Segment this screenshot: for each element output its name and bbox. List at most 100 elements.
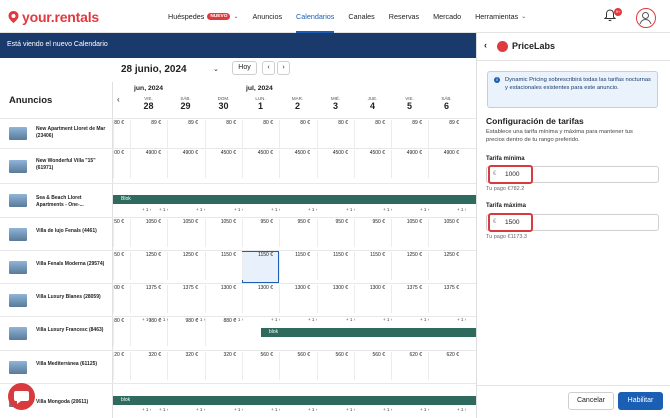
availability-stepper[interactable]: + 1 › <box>457 317 466 322</box>
availability-stepper[interactable]: + 1 › <box>346 207 355 212</box>
availability-stepper[interactable]: + 1 › <box>234 207 243 212</box>
availability-stepper[interactable]: + 1 › <box>346 317 355 322</box>
price-cell[interactable]: 00 € <box>113 285 130 313</box>
block-bar[interactable]: blok <box>261 328 476 337</box>
price-cell[interactable]: 1150 € <box>279 252 316 280</box>
price-cell[interactable]: 1050 € <box>205 219 242 247</box>
listing-row[interactable]: Villa Fenals Moderna (29574) <box>0 250 113 283</box>
availability-stepper[interactable]: + 1 › <box>271 317 280 322</box>
price-cell[interactable]: 1300 € <box>354 285 391 313</box>
availability-stepper[interactable]: + 1 › <box>308 317 317 322</box>
availability-stepper[interactable]: + 1 › <box>159 207 168 212</box>
price-cell[interactable]: 4900 € <box>428 150 465 178</box>
price-cell[interactable]: 89 € <box>428 120 465 148</box>
price-cell[interactable]: 4500 € <box>242 150 279 178</box>
block-bar[interactable]: Blok <box>113 195 476 204</box>
nav-reservas[interactable]: Reservas <box>389 0 419 33</box>
price-cell[interactable]: 1375 € <box>391 285 428 313</box>
nav-mercado[interactable]: Mercado <box>433 0 461 33</box>
price-cell[interactable]: 80 € <box>242 120 279 148</box>
availability-stepper[interactable]: + 1 › <box>383 207 392 212</box>
price-cell[interactable]: 620 € <box>428 352 465 380</box>
nav-canales[interactable]: Canales <box>348 0 374 33</box>
price-cell[interactable]: 89 € <box>130 120 167 148</box>
chat-button[interactable] <box>8 383 35 410</box>
price-cell[interactable]: 560 € <box>354 352 391 380</box>
availability-stepper[interactable]: + 1 › <box>308 207 317 212</box>
availability-stepper[interactable]: + 1 › <box>420 207 429 212</box>
price-cell[interactable]: 620 € <box>391 352 428 380</box>
price-cell[interactable]: 50 € <box>113 219 130 247</box>
price-cell[interactable]: 880 € <box>205 318 242 346</box>
price-cell[interactable]: 1250 € <box>130 252 167 280</box>
price-cell[interactable]: 4500 € <box>354 150 391 178</box>
listing-row[interactable]: New Apartment Lloret de Mar (23406) <box>0 118 113 148</box>
listing-row[interactable]: Villa Mediterránea (61125) <box>0 350 113 383</box>
availability-stepper[interactable]: + 1 › <box>271 207 280 212</box>
availability-stepper[interactable]: + 1 › <box>196 207 205 212</box>
price-cell[interactable]: 320 € <box>167 352 204 380</box>
price-cell[interactable]: 4500 € <box>205 150 242 178</box>
price-cell[interactable]: 89 € <box>391 120 428 148</box>
price-cell[interactable]: 1050 € <box>428 219 465 247</box>
price-cell[interactable]: 1150 € <box>242 252 279 280</box>
price-cell[interactable]: 80 € <box>205 120 242 148</box>
availability-stepper[interactable]: + 1 › <box>159 317 168 322</box>
price-cell[interactable]: 1300 € <box>205 285 242 313</box>
back-icon[interactable]: ‹ <box>484 40 487 50</box>
price-cell[interactable]: 1050 € <box>167 219 204 247</box>
price-cell[interactable]: 80 € <box>279 120 316 148</box>
listing-row[interactable]: Villa de lujo Fenals (4461) <box>0 217 113 250</box>
price-cell[interactable]: 4500 € <box>279 150 316 178</box>
availability-stepper[interactable]: + 1 › <box>457 407 466 412</box>
price-cell[interactable]: 560 € <box>317 352 354 380</box>
listing-row[interactable]: Villa Luxury Francesc (8463) <box>0 316 113 350</box>
listing-row[interactable]: Villa Luxury Blanes (28059) <box>0 283 113 316</box>
price-cell[interactable]: 320 € <box>205 352 242 380</box>
price-cell[interactable]: 1050 € <box>391 219 428 247</box>
availability-stepper[interactable]: + 1 › <box>142 407 151 412</box>
price-cell[interactable]: 50 € <box>113 252 130 280</box>
next-button[interactable]: › <box>277 61 290 75</box>
price-cell[interactable]: 320 € <box>130 352 167 380</box>
price-cell[interactable]: 00 € <box>113 150 130 178</box>
listing-row[interactable]: Sea & Beach Lloret Apartments - One-... <box>0 183 113 217</box>
price-cell[interactable]: 1375 € <box>167 285 204 313</box>
price-cell[interactable]: 80 € <box>113 120 130 148</box>
price-cell[interactable]: 1150 € <box>354 252 391 280</box>
availability-stepper[interactable]: + 1 › <box>383 407 392 412</box>
price-cell[interactable]: 1300 € <box>317 285 354 313</box>
price-cell[interactable]: 20 € <box>113 352 130 380</box>
price-cell[interactable]: 1375 € <box>130 285 167 313</box>
price-cell[interactable]: 1300 € <box>279 285 316 313</box>
chevron-down-icon[interactable]: ⌄ <box>213 65 219 73</box>
availability-stepper[interactable]: + 1 › <box>142 207 151 212</box>
price-cell[interactable]: 980 € <box>130 318 167 346</box>
price-cell[interactable]: 89 € <box>167 120 204 148</box>
price-cell[interactable]: 950 € <box>279 219 316 247</box>
availability-stepper[interactable]: + 1 › <box>346 407 355 412</box>
availability-stepper[interactable]: + 1 › <box>420 407 429 412</box>
price-cell[interactable]: 950 € <box>242 219 279 247</box>
price-cell[interactable]: 1150 € <box>317 252 354 280</box>
nav-herramientas[interactable]: Herramientas ⌄ <box>475 0 526 33</box>
cancel-button[interactable]: Cancelar <box>568 392 614 410</box>
price-cell[interactable]: 1250 € <box>167 252 204 280</box>
logo[interactable]: your.rentals <box>8 9 99 25</box>
availability-stepper[interactable]: + 1 › <box>234 407 243 412</box>
block-bar[interactable]: blok <box>113 396 476 405</box>
price-cell[interactable]: 1250 € <box>428 252 465 280</box>
availability-stepper[interactable]: + 1 › <box>234 317 243 322</box>
price-cell[interactable]: 1375 € <box>428 285 465 313</box>
availability-stepper[interactable]: + 1 › <box>142 317 151 322</box>
price-cell[interactable]: 80 € <box>354 120 391 148</box>
nav-huespedes[interactable]: Huéspedes NUEVO ⌄ <box>168 0 238 33</box>
chevron-left-icon[interactable]: ‹ <box>117 95 120 104</box>
price-cell[interactable]: 1150 € <box>205 252 242 280</box>
availability-stepper[interactable]: + 1 › <box>196 317 205 322</box>
nav-calendarios[interactable]: Calendarios <box>296 0 335 33</box>
prev-button[interactable]: ‹ <box>262 61 275 75</box>
price-cell[interactable]: 560 € <box>279 352 316 380</box>
price-cell[interactable]: 950 € <box>354 219 391 247</box>
current-date[interactable]: 28 junio, 2024 <box>121 64 187 75</box>
